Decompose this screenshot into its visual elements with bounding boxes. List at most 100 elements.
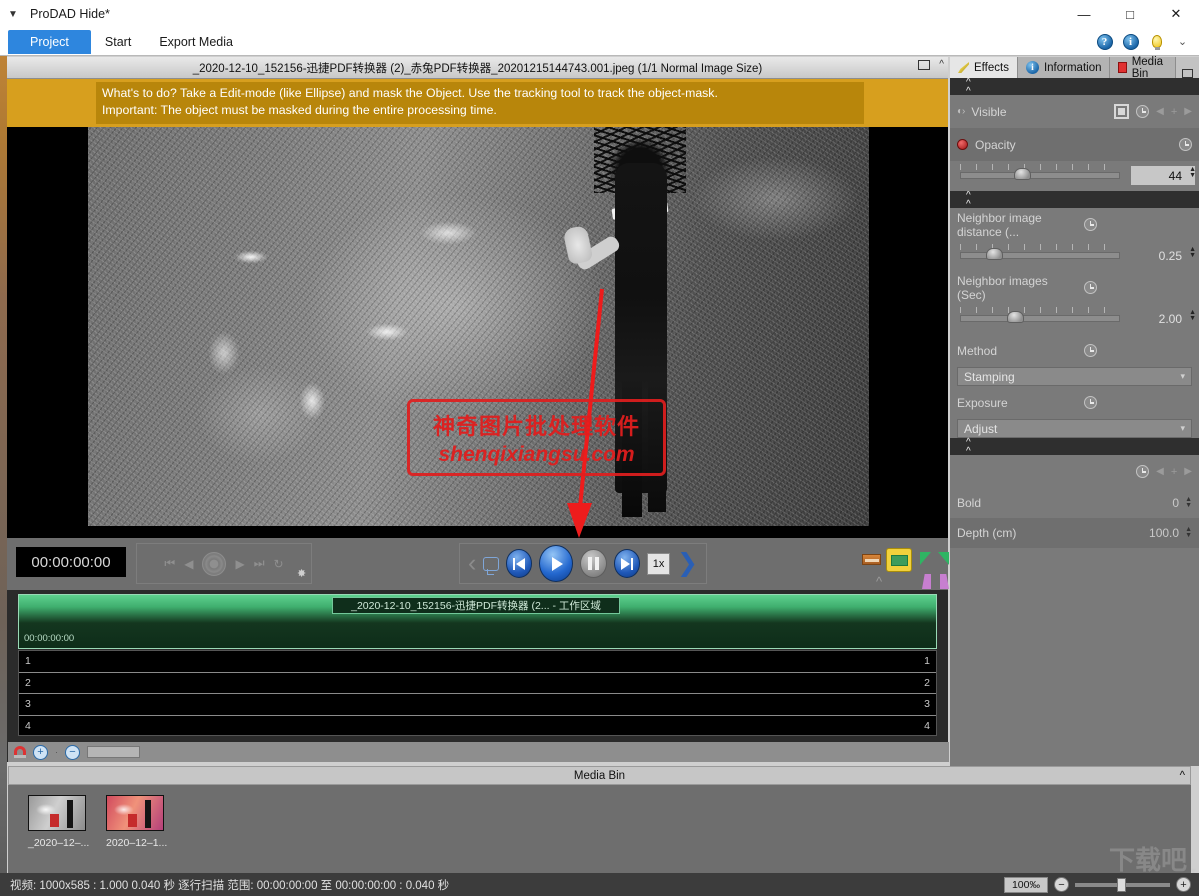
caret-down-icon[interactable]: ▼	[0, 0, 26, 28]
visible-toggle-icon[interactable]	[1114, 104, 1130, 119]
timeline-zoom-slider[interactable]	[87, 746, 140, 758]
zoom-level-display[interactable]: 100‰	[1003, 876, 1048, 893]
property-row-visible[interactable]: ◐› Visible ◀ + ▶	[950, 95, 1199, 128]
preview-collapse-icon[interactable]: ^	[939, 59, 944, 70]
prev-keyframe-icon[interactable]: ◀	[1156, 466, 1164, 477]
maximize-button[interactable]: □	[1107, 0, 1153, 28]
timeline-zoom-out-button[interactable]: −	[65, 744, 80, 760]
opacity-status-icon[interactable]	[957, 139, 968, 150]
tab-media-bin[interactable]: Media Bin	[1110, 56, 1176, 80]
playback-speed-button[interactable]: 1x	[647, 552, 671, 575]
tab-effects[interactable]: Effects	[950, 57, 1018, 78]
skip-end-icon[interactable]: ⏭	[254, 556, 265, 571]
keyframe-clock-icon[interactable]	[1136, 465, 1150, 478]
pause-button[interactable]	[580, 549, 607, 578]
bold-stepper[interactable]: ▲ ▼	[1185, 496, 1192, 509]
neighbor-distance-slider-row[interactable]: 0.25 ▲ ▼	[950, 241, 1199, 271]
tab-information[interactable]: i Information	[1017, 57, 1111, 78]
keyframe-clock-icon[interactable]	[1084, 281, 1097, 294]
skip-start-icon[interactable]: ⏮	[164, 556, 175, 571]
green-triangle-right-icon[interactable]	[938, 552, 949, 565]
slider-track[interactable]	[960, 315, 1120, 322]
media-thumbnail[interactable]	[28, 795, 86, 831]
slider-track[interactable]	[960, 252, 1120, 259]
menu-export-media[interactable]: Export Media	[145, 30, 247, 54]
timeline-workarea-track[interactable]: _2020-12-10_152156-迅捷PDF转换器 (2... - 工作区域…	[18, 594, 937, 649]
chevron-left-icon[interactable]: ‹	[468, 551, 476, 576]
table-row[interactable]: 2 2	[19, 673, 936, 694]
magenta-marker-right-icon[interactable]	[940, 574, 949, 589]
green-triangle-left-icon[interactable]	[920, 552, 931, 565]
preview-restore-icon[interactable]	[918, 59, 931, 70]
opacity-stepper[interactable]: ▲ ▼	[1189, 166, 1196, 179]
prev-keyframe-icon[interactable]: ◀	[1156, 106, 1164, 117]
section-collapse-bar-3[interactable]: ^ ^	[950, 437, 1199, 456]
next-keyframe-icon[interactable]: ▶	[1184, 106, 1192, 117]
minimize-button[interactable]: —	[1061, 0, 1107, 28]
next-keyframe-icon[interactable]: ▶	[1184, 466, 1192, 477]
list-item[interactable]: _2020–12–...	[28, 795, 96, 849]
property-row-bold[interactable]: Bold 0 ▲ ▼	[950, 488, 1199, 518]
gear-icon[interactable]: ✸	[297, 567, 306, 580]
information-icon[interactable]: i	[1122, 33, 1139, 50]
loop-icon[interactable]	[483, 556, 499, 575]
table-row[interactable]: 1 1	[19, 651, 936, 673]
slider-track[interactable]	[960, 172, 1120, 179]
keyframe-clock-icon[interactable]	[1084, 396, 1097, 409]
skip-forward-button[interactable]	[613, 549, 641, 578]
table-row[interactable]: 3 3	[19, 694, 936, 716]
menu-start[interactable]: Start	[91, 30, 145, 54]
panel-restore-icon[interactable]	[1182, 69, 1193, 78]
section-collapse-bar-2[interactable]: ^ ^	[950, 190, 1199, 209]
zoom-slider[interactable]	[1075, 877, 1170, 892]
timeline-zoom-in-button[interactable]: +	[33, 744, 48, 760]
step-forward-icon[interactable]: ▶	[235, 557, 244, 571]
keyframe-clock-icon[interactable]	[1136, 105, 1150, 118]
timecode-display[interactable]: 00:00:00:00	[16, 547, 126, 577]
section-collapse-bar[interactable]: ^ ^	[950, 77, 1199, 96]
magenta-marker-left-icon[interactable]	[922, 574, 931, 589]
table-row[interactable]: 4 4	[19, 716, 936, 738]
neighbor-distance-stepper[interactable]: ▲ ▼	[1189, 246, 1196, 259]
tip-bulb-icon[interactable]	[1148, 33, 1165, 50]
property-row-depth[interactable]: Depth (cm) 100.0 ▲ ▼	[950, 518, 1199, 548]
add-keyframe-icon[interactable]: +	[1171, 466, 1177, 478]
opacity-slider-thumb[interactable]	[1014, 168, 1031, 180]
timeline-clip-label[interactable]: _2020-12-10_152156-迅捷PDF转换器 (2... - 工作区域	[332, 597, 620, 614]
neighbor-images-slider-row[interactable]: 2.00 ▲ ▼	[950, 304, 1199, 334]
neighbor-distance-value[interactable]: 0.25	[1131, 246, 1195, 265]
zoom-out-button[interactable]: −	[1054, 877, 1069, 892]
exposure-dropdown[interactable]: Adjust ▾	[957, 419, 1192, 438]
chevron-down-icon[interactable]: ⌄	[1174, 33, 1191, 50]
record-icon[interactable]	[202, 551, 227, 576]
zoom-in-button[interactable]: +	[1176, 877, 1191, 892]
depth-stepper[interactable]: ▲ ▼	[1185, 526, 1192, 539]
menu-project[interactable]: Project	[8, 29, 91, 54]
opacity-value[interactable]: 44	[1131, 166, 1195, 185]
keyframe-clock-icon[interactable]	[1084, 218, 1097, 231]
method-dropdown[interactable]: Stamping ▾	[957, 367, 1192, 386]
chevron-up-icon[interactable]: ^	[1180, 770, 1185, 782]
help-icon[interactable]: ?	[1096, 33, 1113, 50]
keyframe-clock-icon[interactable]	[1179, 138, 1192, 151]
keyframe-clock-icon[interactable]	[1084, 344, 1097, 357]
add-keyframe-icon[interactable]: +	[1171, 106, 1177, 118]
depth-value[interactable]: 100.0	[1149, 526, 1179, 540]
neighbor-images-thumb[interactable]	[1007, 311, 1024, 323]
opacity-slider-row[interactable]: 44 ▲ ▼	[950, 161, 1199, 191]
bold-value[interactable]: 0	[1172, 496, 1179, 510]
trim-in-icon[interactable]	[862, 554, 881, 565]
magnet-snap-icon[interactable]	[14, 746, 26, 758]
skip-back-button[interactable]	[505, 549, 533, 578]
close-button[interactable]: ✕	[1153, 0, 1199, 28]
workarea-icon[interactable]	[886, 548, 912, 572]
neighbor-images-stepper[interactable]: ▲ ▼	[1189, 309, 1196, 322]
chevron-right-icon[interactable]: ❯	[677, 551, 698, 576]
media-thumbnail[interactable]	[106, 795, 164, 831]
loop-refresh-icon[interactable]: ↻	[274, 557, 284, 571]
list-item[interactable]: 2020–12–1...	[106, 795, 174, 849]
step-back-icon[interactable]: ◀	[184, 557, 193, 571]
preview-stage[interactable]: 神奇图片批处理软件 shenqixiangsu.com	[7, 127, 948, 538]
neighbor-distance-thumb[interactable]	[986, 248, 1003, 260]
caret-up-icon[interactable]: ^	[876, 574, 882, 589]
